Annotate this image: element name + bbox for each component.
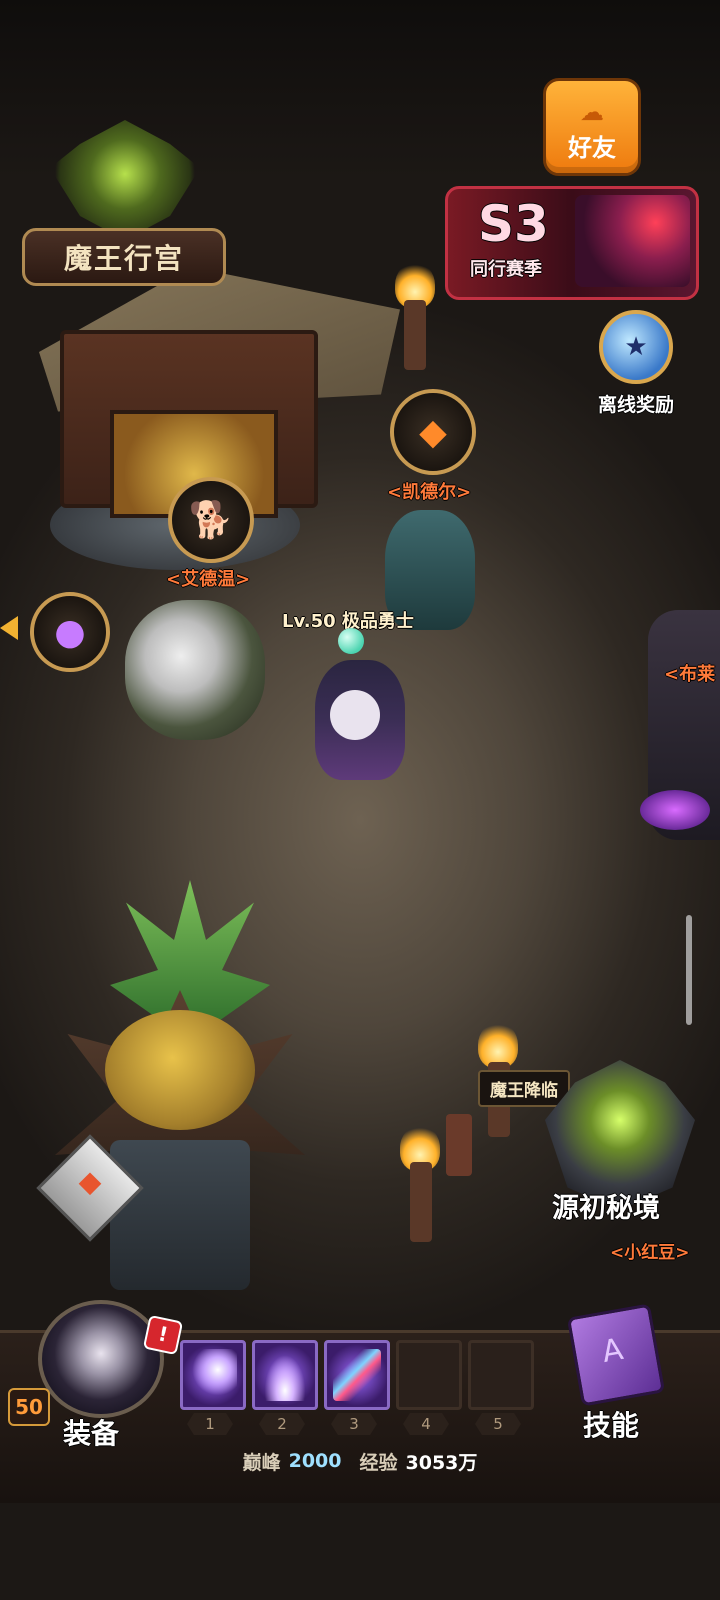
exp-label: 经验 — [359, 1451, 398, 1474]
npc-elder-character[interactable] — [125, 600, 265, 740]
skills-button[interactable] — [560, 1298, 670, 1408]
statue-pedestal — [110, 1140, 250, 1290]
npc-orb-icon-button[interactable]: ● — [30, 592, 110, 672]
npc-right-name: <布莱 — [664, 664, 716, 685]
left-arrow-icon[interactable] — [0, 616, 18, 640]
comet-icon — [189, 1349, 237, 1401]
npc-kaider-name: <凯德尔> — [387, 482, 472, 503]
skill-slot-1[interactable] — [180, 1340, 246, 1410]
friends-button-label: 好友 — [568, 134, 616, 162]
skills-button-label[interactable]: 技能 — [583, 1404, 639, 1444]
diamond-gem-icon: ◆ — [419, 411, 447, 453]
origin-realm-name[interactable]: 源初秘境 — [552, 1186, 660, 1225]
offline-reward-label: 离线奖励 — [597, 394, 674, 416]
npc-edwin-icon-button[interactable]: 🐕 — [168, 477, 254, 563]
season-art — [575, 195, 690, 287]
exp-value: 3053万 — [405, 1451, 478, 1474]
skill-slot-4[interactable] — [396, 1340, 462, 1410]
peak-label: 巅峰 — [242, 1451, 281, 1474]
npc-edwin-name: <艾德温> — [166, 569, 251, 590]
spellbook-icon — [566, 1303, 666, 1407]
skill-slot-2[interactable] — [252, 1340, 318, 1410]
palace-sign-label: 魔王行宫 — [63, 242, 184, 275]
stats-line: 巅峰 2000 经验 3053万 — [130, 1446, 590, 1476]
palace-sign[interactable]: 魔王行宫 — [22, 228, 226, 286]
meteor-shower-icon — [333, 1349, 381, 1401]
moon-star-icon: ★ — [599, 310, 673, 384]
player-level-badge: 50 — [8, 1388, 50, 1426]
torch — [410, 1162, 432, 1242]
skill-slot-number: 3 — [331, 1413, 377, 1435]
skill-slot-number: 2 — [259, 1413, 305, 1435]
npc-kaider-icon-button[interactable]: ◆ — [390, 389, 476, 475]
peak-value: 2000 — [288, 1450, 342, 1472]
light-pillar-icon — [261, 1349, 309, 1401]
season-banner[interactable]: S3 同行赛季 — [445, 186, 699, 300]
demon-descent-tag: 魔王降临 — [478, 1070, 570, 1107]
purple-orb-icon: ● — [54, 611, 86, 653]
skill-slot-number: 1 — [187, 1413, 233, 1435]
season-title: S3 — [478, 195, 549, 253]
pineapple-boss-statue[interactable] — [105, 1010, 255, 1130]
skill-slot-5[interactable] — [468, 1340, 534, 1410]
cloud-icon: ☁ — [580, 98, 604, 126]
player-avatar[interactable] — [38, 1300, 164, 1418]
origin-realm-owner: <小红豆> — [610, 1243, 690, 1263]
skill-slot-3[interactable] — [324, 1340, 390, 1410]
alert-badge: ! — [142, 1314, 184, 1356]
purple-glow — [640, 790, 710, 830]
torch — [404, 300, 426, 370]
skill-slot-number: 5 — [475, 1413, 521, 1435]
season-subtitle: 同行赛季 — [470, 259, 542, 280]
dog-head-icon: 🐕 — [188, 500, 234, 541]
hero-face — [330, 690, 380, 740]
post — [446, 1114, 472, 1176]
skill-slot-number: 4 — [403, 1413, 449, 1435]
spirit-orb — [338, 628, 364, 654]
equipment-button-label[interactable]: 装备 — [63, 1412, 119, 1452]
scrollbar[interactable] — [686, 915, 692, 1025]
friends-button[interactable]: ☁ 好友 — [543, 78, 641, 176]
offline-reward-button[interactable]: ★ 离线奖励 — [578, 310, 694, 418]
